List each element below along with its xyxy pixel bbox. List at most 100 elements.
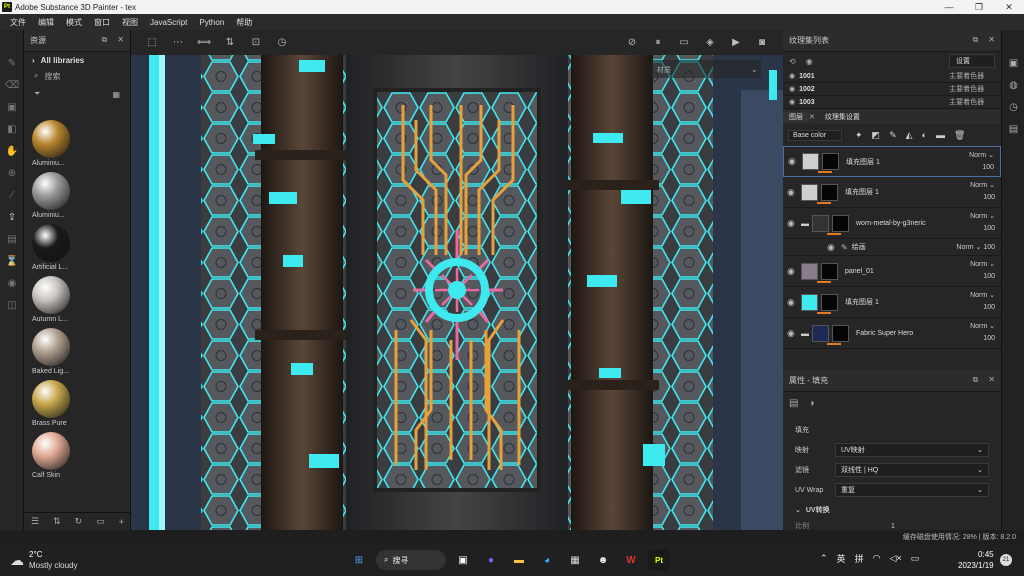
select-icon[interactable]: ⬚ (139, 37, 165, 48)
material-item[interactable]: Baked Lig... (24, 328, 124, 380)
3d-viewport[interactable]: 材质 ⌄ ⬚ ⋯ ⟺ ⇅ ⊡ ◷ ⊘ ⏸ ▭ ◈ ▶ ◙ (131, 30, 783, 530)
material-mode-icon[interactable]: ▤ (789, 398, 798, 409)
hide-icon[interactable]: ⊘ (619, 37, 645, 48)
link-icon[interactable]: ⟲ (789, 57, 796, 66)
uv-wrap-dropdown[interactable]: 重复 ⌄ (835, 483, 989, 497)
smudge-icon[interactable]: ✋ (0, 140, 24, 162)
material-item[interactable]: Artificial L... (24, 224, 124, 276)
clock[interactable]: 0:45 2023/1/19 (958, 549, 994, 571)
material-item[interactable]: Calf Skin (24, 432, 124, 484)
viewport-mode-label[interactable]: 材质 (657, 65, 671, 74)
brush-icon[interactable]: ✎ (0, 52, 24, 74)
minimize-icon[interactable]: — (934, 0, 964, 14)
chevron-up-icon[interactable]: ⌃ (820, 553, 828, 564)
shelf-icon[interactable]: ▤ (0, 228, 24, 250)
layer-blend[interactable]: Norm ⌄ 100 (969, 150, 994, 174)
mapping-dropdown[interactable]: UV映射 ⌄ (835, 443, 989, 457)
store-icon[interactable]: ▦ (564, 549, 586, 571)
screenshot-icon[interactable]: ◙ (749, 37, 775, 48)
eye-icon[interactable]: ◉ (827, 242, 841, 253)
undock-icon[interactable]: ⧉ (973, 35, 979, 45)
undock-icon[interactable]: ⧉ (102, 35, 108, 45)
search-input[interactable]: 搜索 (44, 71, 60, 82)
eye-icon[interactable]: ◉ (787, 297, 801, 308)
taskbar-search[interactable]: ⌕ 搜寻 (376, 550, 446, 570)
maximize-icon[interactable]: ❐ (964, 0, 994, 14)
eye-icon[interactable]: ◉ (787, 187, 801, 198)
projection-icon[interactable]: ▣ (0, 96, 24, 118)
geometry-fill-icon[interactable]: ◧ (0, 118, 24, 140)
ime-mode-1[interactable]: 英 (837, 552, 846, 565)
layer-row[interactable]: ◉ panel_01 Norm ⌄ 100 (783, 256, 1001, 287)
layer-blend[interactable]: Norm ⌄ 100 (970, 321, 995, 345)
tab-layers[interactable]: 图层 (783, 112, 809, 122)
filter-icon[interactable]: ⏷ (34, 89, 40, 99)
eye-icon[interactable]: ◉ (806, 57, 813, 66)
chevron-down-icon[interactable]: ⌄ (795, 506, 801, 514)
fill-icon[interactable]: ◉ (0, 272, 24, 294)
eye-icon[interactable]: ◉ (787, 218, 801, 229)
folder-icon[interactable]: ▬ (936, 130, 945, 140)
library-selector[interactable]: › All libraries (24, 52, 130, 68)
eye-icon[interactable]: ◉ (789, 85, 795, 93)
delete-icon[interactable]: 🗑 (954, 130, 965, 141)
smart-material-icon[interactable]: ◐ (922, 130, 927, 140)
camera-icon[interactable]: ◫ (0, 294, 24, 316)
eye-icon[interactable]: ◉ (787, 266, 801, 277)
clone-icon[interactable]: ⊕ (0, 162, 24, 184)
channel-dropdown[interactable]: Base color (788, 129, 842, 141)
layer-row[interactable]: ◉ 填充图层 1 Norm ⌄ 100 (783, 287, 1001, 318)
ime-mode-2[interactable]: 拼 (855, 552, 864, 565)
eye-icon[interactable]: ◉ (788, 156, 802, 167)
layer-blend[interactable]: Norm ⌄ 100 (970, 259, 995, 283)
volume-icon[interactable]: ◁× (889, 553, 901, 564)
layer-row[interactable]: ◉ ▬ worn-metal-by-g3neric Norm ⌄ 100 (783, 208, 1001, 239)
material-item[interactable]: Aluminiu... (24, 172, 124, 224)
asset-search[interactable]: ⌕ 搜索 (24, 68, 130, 84)
filter-dropdown[interactable]: 双线性 | HQ ⌄ (835, 463, 989, 477)
material-item[interactable]: Autumn L... (24, 276, 124, 328)
menu-edit[interactable]: 编辑 (38, 17, 54, 28)
sort-icon[interactable]: ⇅ (53, 516, 61, 527)
paint-layer-icon[interactable]: ✎ (889, 130, 897, 141)
eraser-icon[interactable]: ⌫ (0, 74, 24, 96)
menu-javascript[interactable]: JavaScript (150, 18, 187, 27)
tab-texture-set-settings[interactable]: 纹理集设置 (819, 112, 866, 122)
layer-row[interactable]: ◉ ▬ Fabric Super Hero Norm ⌄ 100 (783, 318, 1001, 349)
windows-start-icon[interactable]: ⊞ (348, 549, 370, 571)
weather-widget[interactable]: ☁ 2°C Mostly cloudy (10, 549, 77, 571)
menu-python[interactable]: Python (199, 18, 224, 27)
folder-icon[interactable]: ▭ (96, 516, 105, 527)
cube-icon[interactable]: ◈ (697, 37, 723, 48)
layer-row[interactable]: ◉ 填充图层 1 Norm ⌄ 100 (783, 177, 1001, 208)
edge-icon[interactable]: ◕ (536, 549, 558, 571)
add-icon[interactable]: + (119, 517, 124, 527)
texture-set-icon[interactable]: ▣ (1002, 52, 1024, 74)
assets-icon[interactable]: ⇪ (0, 206, 24, 228)
eye-icon[interactable]: ◉ (787, 328, 801, 339)
layer-row[interactable]: ◉ 填充图层 1 Norm ⌄ 100 (783, 146, 1001, 177)
notification-badge[interactable]: 21 (1000, 554, 1012, 566)
refresh-icon[interactable]: ↻ (75, 516, 83, 527)
bake-icon[interactable]: ⌛ (0, 250, 24, 272)
shader-icon[interactable]: ◍ (1002, 74, 1024, 96)
undock-icon[interactable]: ⧉ (973, 375, 979, 385)
menu-mode[interactable]: 模式 (66, 17, 82, 28)
close-icon[interactable]: ✕ (994, 0, 1024, 14)
display-settings-icon[interactable]: ▭ (671, 37, 697, 48)
texture-set-row[interactable]: ◉ 1002 主要着色器 (783, 83, 1001, 96)
grid-view-icon[interactable]: ▦ (112, 90, 120, 99)
material-item[interactable]: Brass Pure (24, 380, 124, 432)
panel-close-icon[interactable]: ✕ (988, 375, 995, 385)
picker-icon[interactable]: ⁄ (0, 184, 24, 206)
layer-blend[interactable]: Norm ⌄ 100 (970, 290, 995, 314)
material-item[interactable]: Aluminiu... (24, 120, 124, 172)
flip-icon[interactable]: ⇅ (217, 37, 243, 48)
list-settings-icon[interactable]: ☰ (31, 516, 39, 527)
menu-file[interactable]: 文件 (10, 17, 26, 28)
log-icon[interactable]: ▤ (1002, 118, 1024, 140)
panel-close-icon[interactable]: ✕ (117, 35, 124, 45)
fill-layer-icon[interactable]: ◭ (906, 130, 913, 141)
add-mask-icon[interactable]: ◩ (872, 130, 881, 141)
eye-icon[interactable]: ◉ (789, 72, 795, 80)
